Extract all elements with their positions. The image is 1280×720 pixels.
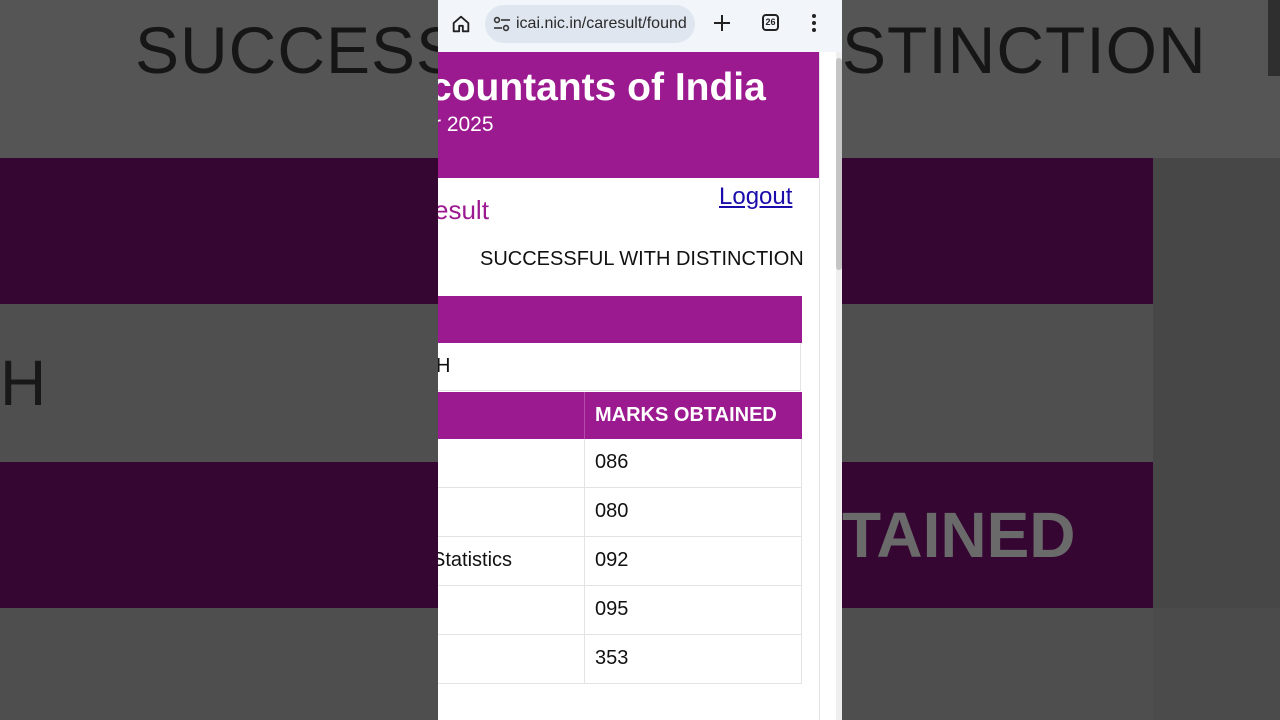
background-title-right: STINCTION — [842, 13, 1207, 87]
cell-divider — [584, 488, 585, 536]
marks-table-header: MARKS OBTAINED — [438, 392, 802, 439]
more-menu-icon[interactable] — [811, 13, 817, 33]
header-divider — [584, 392, 585, 439]
exam-session: r 2025 — [438, 113, 494, 136]
page-scrollbar-thumb[interactable] — [836, 58, 842, 270]
background-marks-fragment: TAINED — [842, 499, 1076, 571]
table-row: 095 — [438, 586, 802, 635]
candidate-name-row: H — [438, 343, 801, 391]
home-icon[interactable] — [450, 13, 472, 35]
content-edge — [819, 52, 820, 720]
site-settings-icon[interactable] — [493, 16, 511, 32]
result-status: SUCCESSFUL WITH DISTINCTION — [480, 248, 804, 270]
marks-cell: 095 — [595, 598, 629, 620]
web-page: countants of India r 2025 esult Logout S… — [438, 52, 842, 720]
phone-screen: icai.nic.in/caresult/found 26 countants … — [438, 0, 842, 720]
header-banner: countants of India r 2025 — [438, 52, 819, 178]
institute-title: countants of India — [438, 66, 766, 109]
new-tab-icon[interactable] — [712, 13, 732, 33]
table-row: 353 — [438, 635, 802, 684]
marks-column-header: MARKS OBTAINED — [595, 404, 777, 426]
table-row: 080 — [438, 488, 802, 537]
address-bar[interactable]: icai.nic.in/caresult/found — [485, 5, 695, 43]
marks-table: MARKS OBTAINED 086 080 Statistics 092 09… — [438, 392, 802, 684]
cell-divider — [584, 439, 585, 487]
result-heading: esult — [438, 195, 489, 225]
background-right-strip — [1153, 158, 1280, 608]
candidate-name: H — [438, 355, 451, 377]
logout-link[interactable]: Logout — [719, 183, 792, 211]
marks-cell: 092 — [595, 549, 629, 571]
table-row: 086 — [438, 439, 802, 488]
tab-switcher-icon[interactable]: 26 — [762, 14, 779, 31]
url-text: icai.nic.in/caresult/found — [516, 15, 687, 32]
cell-divider — [584, 586, 585, 634]
browser-toolbar: icai.nic.in/caresult/found 26 — [438, 0, 842, 52]
marks-cell: 086 — [595, 451, 629, 473]
background-name-fragment: H — [0, 347, 47, 419]
cell-divider — [584, 537, 585, 585]
background-scrollbar — [1268, 0, 1280, 76]
total-marks-cell: 353 — [595, 647, 629, 669]
table-row: Statistics 092 — [438, 537, 802, 586]
marks-cell: 080 — [595, 500, 629, 522]
subject-cell: Statistics — [438, 549, 513, 571]
details-header — [438, 296, 802, 343]
cell-divider — [584, 635, 585, 683]
